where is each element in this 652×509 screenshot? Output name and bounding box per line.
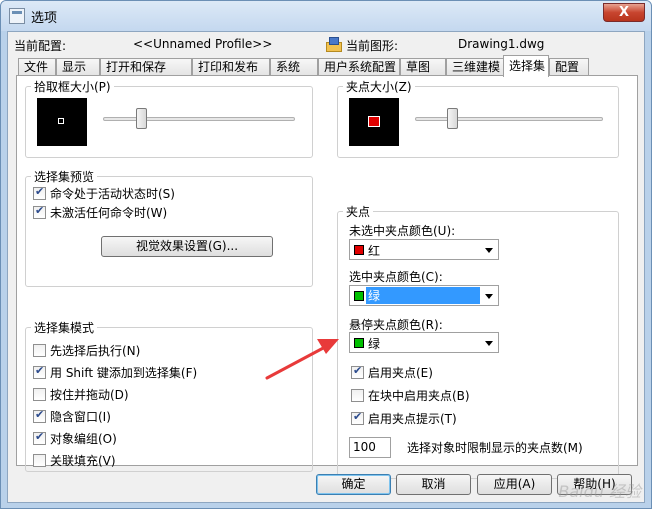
press-drag-label: 按住并拖动(D) <box>50 388 129 402</box>
enable-grips-label: 启用夹点(E) <box>368 366 433 380</box>
tab-user-preferences[interactable]: 用户系统配置 <box>318 58 400 76</box>
implied-windowing-label: 隐含窗口(I) <box>50 410 111 424</box>
noun-verb-checkbox[interactable] <box>33 344 46 357</box>
pickbox-slider-track <box>103 117 295 121</box>
tab-system[interactable]: 系统 <box>270 58 318 76</box>
visual-effects-button[interactable]: 视觉效果设置(G)... <box>101 236 273 257</box>
options-dialog: 选项 X 当前配置: <<Unnamed Profile>> 当前图形: Dra… <box>0 0 652 509</box>
tab-files[interactable]: 文件 <box>18 58 56 76</box>
chevron-down-icon <box>485 294 493 299</box>
grip-limit-label: 选择对象时限制显示的夹点数(M) <box>407 441 583 455</box>
grip-preview-square <box>368 116 380 127</box>
selected-grip-color-select[interactable]: 绿 <box>349 285 499 306</box>
implied-windowing-checkbox[interactable] <box>33 408 46 423</box>
title-bar[interactable]: 选项 X <box>1 1 651 31</box>
dialog-client: 当前配置: <<Unnamed Profile>> 当前图形: Drawing1… <box>7 31 645 503</box>
unselected-grip-color-label: 未选中夹点颜色(U): <box>349 224 456 238</box>
shift-add-checkbox[interactable] <box>33 364 46 379</box>
pickbox-slider-thumb[interactable] <box>135 108 147 129</box>
chevron-down-icon <box>485 341 493 346</box>
no-command-checkbox[interactable] <box>33 204 46 219</box>
current-profile-value: <<Unnamed Profile>> <box>133 37 273 51</box>
no-command-label: 未激活任何命令时(W) <box>50 206 168 220</box>
unselected-color-value: 红 <box>368 244 381 258</box>
current-drawing-value: Drawing1.dwg <box>458 37 545 51</box>
tab-profiles[interactable]: 配置 <box>549 58 589 76</box>
press-drag-checkbox[interactable] <box>33 388 46 401</box>
current-profile-label: 当前配置: <box>14 39 67 53</box>
grips-in-blocks-label: 在块中启用夹点(B) <box>368 389 470 403</box>
close-button[interactable]: X <box>603 3 645 22</box>
apply-button[interactable]: 应用(A) <box>477 474 552 495</box>
grip-preview <box>349 98 399 146</box>
grips-in-blocks-checkbox[interactable] <box>351 389 364 402</box>
app-icon <box>9 8 25 24</box>
watermark: Baidu 经验 <box>558 482 641 501</box>
enable-grips-checkbox[interactable] <box>351 364 364 379</box>
drawing-icon <box>326 36 342 52</box>
selection-modes-title: 选择集模式 <box>31 319 98 336</box>
pickbox-preview <box>37 98 87 146</box>
hover-grip-color-select[interactable]: 绿 <box>349 332 499 353</box>
selected-color-value: 绿 <box>365 286 481 305</box>
associative-hatch-checkbox[interactable] <box>33 454 46 467</box>
noun-verb-label: 先选择后执行(N) <box>50 344 141 358</box>
grip-slider-track <box>415 117 603 121</box>
hover-grip-color-label: 悬停夹点颜色(R): <box>349 318 443 332</box>
tab-3d-modeling[interactable]: 三维建模 <box>446 58 504 76</box>
hover-color-value: 绿 <box>368 337 381 351</box>
selected-color-swatch <box>354 291 364 301</box>
selected-grip-color-label: 选中夹点颜色(C): <box>349 270 443 284</box>
window-title: 选项 <box>31 11 58 26</box>
tab-selection[interactable]: 选择集 <box>503 55 549 77</box>
grip-tips-label: 启用夹点提示(T) <box>368 412 457 426</box>
active-command-label: 命令处于活动状态时(S) <box>50 187 175 201</box>
grip-size-title: 夹点大小(Z) <box>343 78 415 95</box>
grip-slider-thumb[interactable] <box>446 108 458 129</box>
selection-preview-title: 选择集预览 <box>31 168 98 185</box>
unselected-color-swatch <box>354 245 364 255</box>
object-grouping-checkbox[interactable] <box>33 430 46 445</box>
object-grouping-label: 对象编组(O) <box>50 432 117 446</box>
tab-drafting[interactable]: 草图 <box>400 58 446 76</box>
unselected-grip-color-select[interactable]: 红 <box>349 239 499 260</box>
current-drawing-label: 当前图形: <box>346 39 399 53</box>
shift-add-label: 用 Shift 键添加到选择集(F) <box>50 366 198 380</box>
tab-open-save[interactable]: 打开和保存 <box>100 58 192 76</box>
pickbox-size-title: 拾取框大小(P) <box>31 78 114 95</box>
tab-display[interactable]: 显示 <box>56 58 100 76</box>
tab-plot-publish[interactable]: 打印和发布 <box>192 58 270 76</box>
cancel-button[interactable]: 取消 <box>396 474 471 495</box>
chevron-down-icon <box>485 248 493 253</box>
active-command-checkbox[interactable] <box>33 185 46 200</box>
grips-title: 夹点 <box>343 203 374 220</box>
grip-tips-checkbox[interactable] <box>351 410 364 425</box>
grip-limit-input[interactable]: 100 <box>349 437 391 458</box>
ok-button[interactable]: 确定 <box>316 474 391 495</box>
hover-color-swatch <box>354 338 364 348</box>
selection-tab-panel: 拾取框大小(P) 夹点大小(Z) 选择集预览 命令处于活动状态时(S) 未激活任… <box>16 75 638 479</box>
associative-hatch-label: 关联填充(V) <box>50 454 116 468</box>
